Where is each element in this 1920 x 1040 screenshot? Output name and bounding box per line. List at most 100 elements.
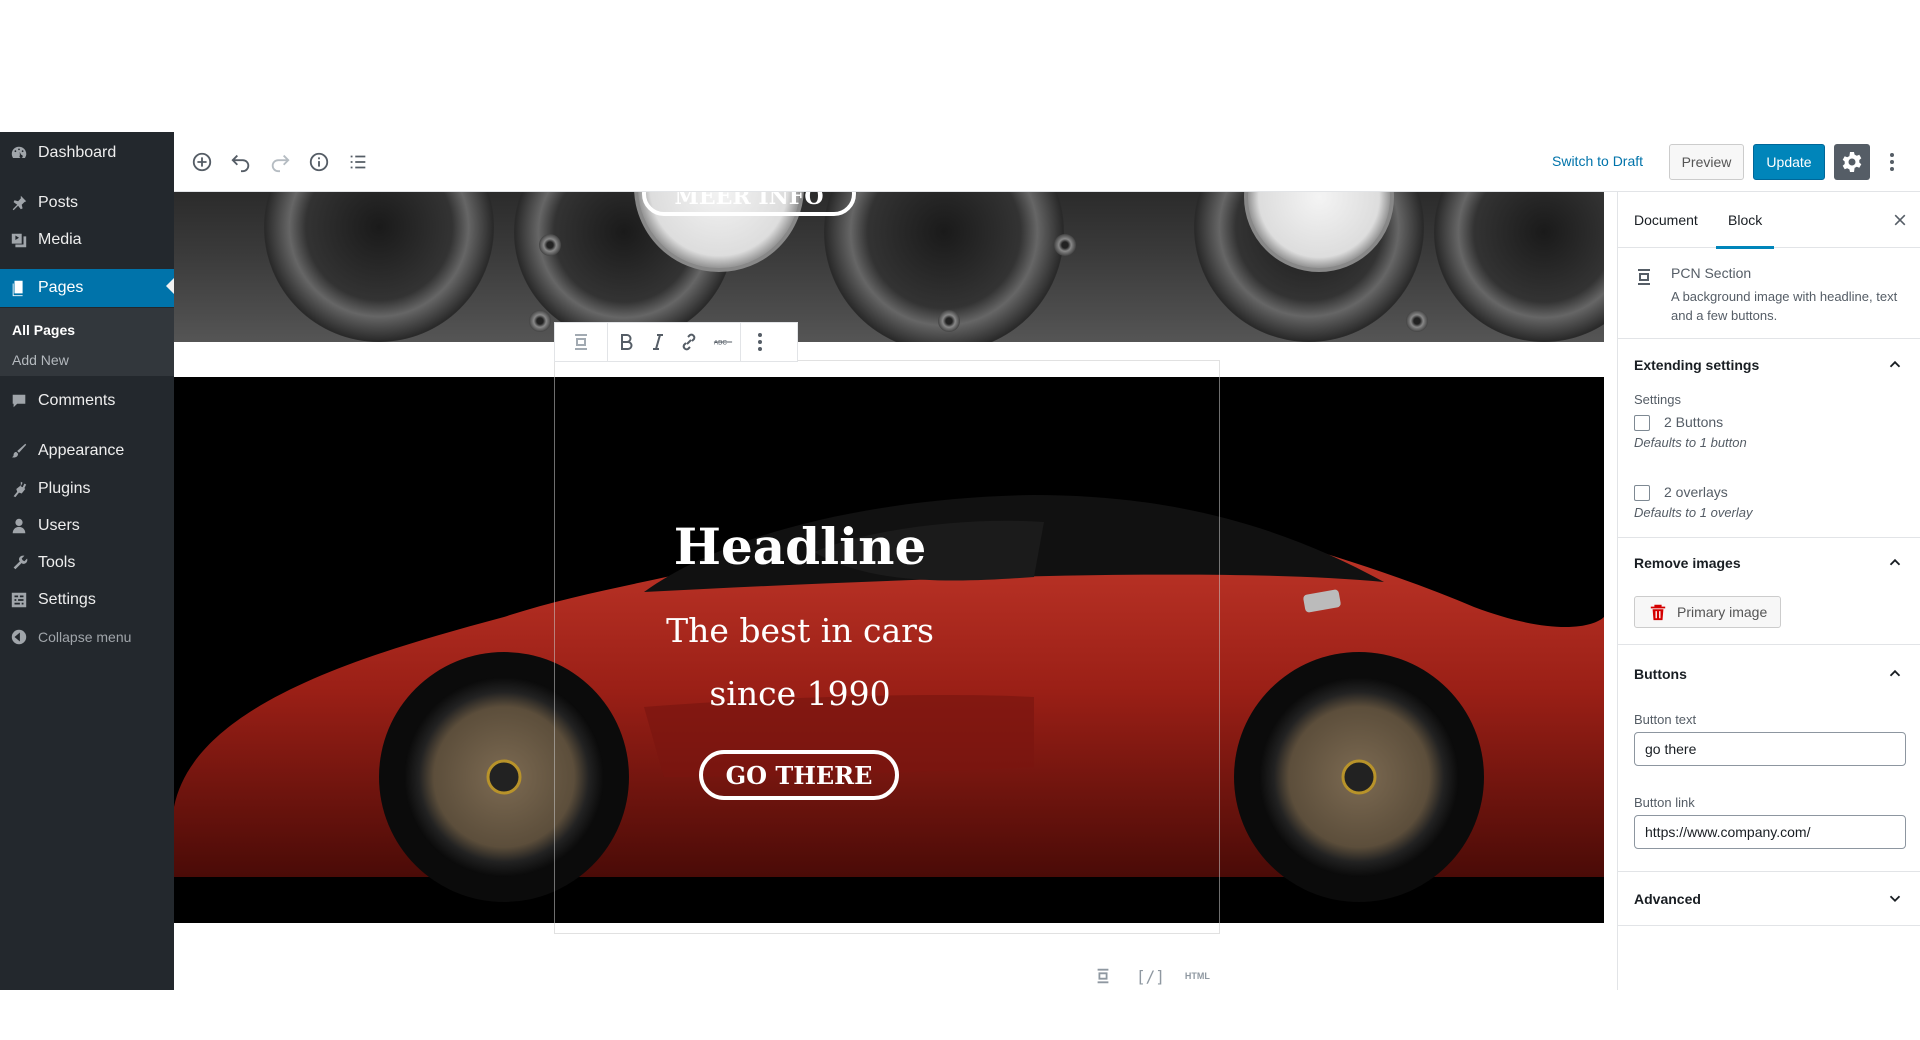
top-section-image: MEER INFO <box>174 192 1604 342</box>
strikethrough-icon: ABC <box>713 340 733 347</box>
pin-icon <box>9 193 29 213</box>
submenu-add-new[interactable]: Add New <box>12 352 69 368</box>
strikethrough-button[interactable]: ABC <box>706 322 740 362</box>
bold-button[interactable] <box>608 322 644 362</box>
redo-icon <box>271 154 290 173</box>
switch-to-draft-link[interactable]: Switch to Draft <box>1552 153 1643 169</box>
sidebar-item-label: Pages <box>38 279 84 296</box>
buttons-panel: Buttons Button text go there Button link… <box>1618 645 1920 872</box>
two-buttons-label[interactable]: 2 Buttons <box>1664 414 1723 430</box>
sidebar-item-plugins[interactable]: Plugins <box>0 472 174 506</box>
sidebar-item-pages[interactable]: Pages <box>0 269 174 307</box>
close-icon <box>1894 214 1906 226</box>
html-block-icon[interactable]: HTML <box>1185 971 1210 981</box>
close-panel-button[interactable] <box>1890 210 1910 230</box>
sidebar-item-posts[interactable]: Posts <box>0 186 174 220</box>
user-icon <box>9 516 29 536</box>
sidebar-item-label: Appearance <box>38 442 125 459</box>
sidebar-item-tools[interactable]: Tools <box>0 546 174 580</box>
plus-circle-icon <box>192 152 212 172</box>
buttons-toggle[interactable]: Buttons <box>1634 649 1904 699</box>
panel-title: Remove images <box>1634 555 1741 571</box>
sidebar-item-label: Plugins <box>38 480 91 497</box>
undo-button[interactable] <box>227 148 255 176</box>
block-title: PCN Section <box>1671 265 1752 281</box>
sidebar-item-label: Tools <box>38 554 76 571</box>
preview-button[interactable]: Preview <box>1669 144 1744 180</box>
block-type-button[interactable] <box>555 322 607 362</box>
settings-icon <box>9 590 29 610</box>
panel-tabs: Document Block <box>1618 192 1920 249</box>
collapse-menu-button[interactable]: Collapse menu <box>0 620 174 654</box>
tab-document[interactable]: Document <box>1634 192 1698 248</box>
tab-block[interactable]: Block <box>1715 192 1775 249</box>
media-icon <box>9 230 29 250</box>
sidebar-item-settings[interactable]: Settings <box>0 583 174 617</box>
sidebar-item-users[interactable]: Users <box>0 509 174 543</box>
chevron-down-icon <box>1886 889 1904 910</box>
two-buttons-checkbox[interactable] <box>1634 415 1650 431</box>
align-center-icon <box>575 334 587 350</box>
comment-icon <box>9 391 29 411</box>
section-block-icon <box>1638 269 1650 285</box>
bolt <box>539 234 561 256</box>
extending-settings-toggle[interactable]: Extending settings <box>1634 340 1904 390</box>
sidebar-item-label: Settings <box>38 591 96 608</box>
section-block-icon[interactable] <box>1094 967 1112 985</box>
bold-icon <box>621 334 633 350</box>
admin-sidebar: Dashboard Posts Media Pages All Pages Ad… <box>0 132 174 990</box>
remove-primary-image-button[interactable]: Primary image <box>1634 596 1781 628</box>
button-text-input[interactable]: go there <box>1634 732 1906 766</box>
settings-toggle-button[interactable] <box>1834 144 1870 180</box>
sidebar-item-comments[interactable]: Comments <box>0 384 174 418</box>
more-menu-button[interactable] <box>1882 148 1902 176</box>
trash-icon <box>1650 604 1666 621</box>
sidebar-item-media[interactable]: Media <box>0 223 174 257</box>
bolt <box>529 310 551 332</box>
two-buttons-help: Defaults to 1 button <box>1634 435 1747 450</box>
redo-button[interactable] <box>266 148 294 176</box>
settings-label: Settings <box>1634 392 1681 407</box>
bolt <box>1054 234 1076 256</box>
link-icon <box>682 333 696 351</box>
machinery-gauge <box>1434 192 1604 342</box>
panel-title: Extending settings <box>1634 357 1760 373</box>
button-text-label: Button text <box>1634 712 1697 727</box>
collapse-menu-label: Collapse menu <box>38 629 132 645</box>
update-button[interactable]: Update <box>1753 144 1825 180</box>
two-overlays-checkbox[interactable] <box>1634 485 1650 501</box>
page-icon <box>9 278 29 298</box>
advanced-toggle[interactable]: Advanced <box>1634 874 1904 924</box>
italic-button[interactable] <box>644 322 672 362</box>
remove-images-panel: Remove images Primary image <box>1618 538 1920 645</box>
add-block-button[interactable] <box>188 148 216 176</box>
settings-sidebar: Document Block PCN Section A background … <box>1617 192 1920 990</box>
link-button[interactable] <box>672 322 706 362</box>
two-overlays-label[interactable]: 2 overlays <box>1664 484 1728 500</box>
sidebar-item-label: Dashboard <box>38 144 117 161</box>
chevron-up-icon <box>1886 355 1904 376</box>
pages-submenu: All Pages Add New <box>0 308 174 376</box>
submenu-all-pages[interactable]: All Pages <box>12 322 75 338</box>
svg-text:ABC: ABC <box>714 340 727 347</box>
block-toolbar: ABC <box>554 322 798 362</box>
vertical-ellipsis-icon <box>758 333 762 351</box>
sidebar-item-dashboard[interactable]: Dashboard <box>0 136 174 170</box>
meer-info-button[interactable]: MEER INFO <box>642 192 856 216</box>
wrench-icon <box>9 553 29 573</box>
sidebar-item-label: Posts <box>38 194 79 211</box>
button-link-input[interactable]: https://www.company.com/ <box>1634 815 1906 849</box>
panel-title: Buttons <box>1634 666 1687 682</box>
shortcode-block-icon[interactable]: [/] <box>1136 967 1165 986</box>
panel-title: Advanced <box>1634 891 1701 907</box>
content-info-button[interactable] <box>305 148 333 176</box>
app-window: Dashboard Posts Media Pages All Pages Ad… <box>0 132 1920 990</box>
italic-icon <box>653 334 663 350</box>
editor-toolbar: Switch to Draft Preview Update <box>174 132 1920 192</box>
remove-images-toggle[interactable]: Remove images <box>1634 538 1904 588</box>
sidebar-item-appearance[interactable]: Appearance <box>0 434 174 468</box>
block-more-options-button[interactable] <box>741 322 779 362</box>
machinery-gauge <box>264 192 494 342</box>
block-navigation-button[interactable] <box>344 148 372 176</box>
plugin-icon <box>9 479 29 499</box>
